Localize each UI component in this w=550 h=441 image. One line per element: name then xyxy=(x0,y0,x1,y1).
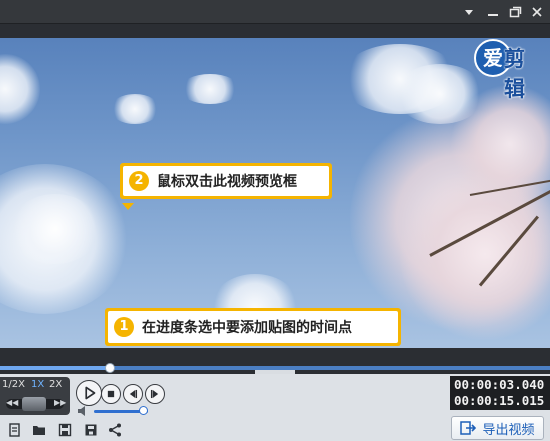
step-number-badge: 1 xyxy=(114,317,134,337)
play-button[interactable] xyxy=(76,380,102,406)
stop-icon xyxy=(107,390,115,398)
sky-cloud xyxy=(10,194,100,264)
callout-text: 在进度条选中要添加贴图的时间点 xyxy=(142,320,352,336)
progress-fill xyxy=(0,366,110,370)
speed-option-1x[interactable]: 1X xyxy=(31,379,44,390)
control-panel: 1/2X 1X 2X ◀◀ ▶▶ 00:00:03.040 00:00:15.0… xyxy=(0,374,550,441)
current-time: 00:00:03.040 xyxy=(454,377,545,392)
previous-frame-icon xyxy=(129,389,138,399)
callout-double-click-preview: 2 鼠标双击此视频预览框 xyxy=(120,163,332,199)
restore-icon[interactable] xyxy=(506,3,524,21)
new-project-icon[interactable] xyxy=(8,423,22,437)
logo-text: 剪辑 xyxy=(504,47,525,101)
sky-cloud xyxy=(180,74,240,104)
share-icon[interactable] xyxy=(108,423,122,437)
open-folder-icon[interactable] xyxy=(32,423,46,437)
progress-thumb[interactable] xyxy=(105,363,115,373)
dropdown-triangle-icon[interactable] xyxy=(460,3,478,21)
stop-button[interactable] xyxy=(101,384,121,404)
preview-top-strip xyxy=(0,24,550,38)
callout-select-timepoint: 1 在进度条选中要添加贴图的时间点 xyxy=(105,308,401,346)
speaker-icon[interactable] xyxy=(78,406,90,416)
previous-frame-button[interactable] xyxy=(123,384,143,404)
next-frame-icon xyxy=(150,389,159,399)
sky-cloud xyxy=(110,94,160,124)
video-editor-window: 爱 剪辑 2 鼠标双击此视频预览框 1 在进度条选中要添加贴图的时间点 ⌄ 1/… xyxy=(0,0,550,441)
total-time: 00:00:15.015 xyxy=(454,393,545,408)
save-as-icon[interactable] xyxy=(84,423,98,437)
timecode-display: 00:00:03.040 00:00:15.015 xyxy=(450,376,550,410)
step-number-badge: 2 xyxy=(129,171,149,191)
sky-cloud xyxy=(0,54,40,124)
app-logo: 爱 剪辑 xyxy=(474,39,542,101)
minimize-icon[interactable] xyxy=(484,3,502,21)
play-icon xyxy=(85,386,96,400)
save-icon[interactable] xyxy=(58,423,72,437)
export-icon xyxy=(460,421,477,435)
next-frame-button[interactable] xyxy=(145,384,165,404)
speed-option-half[interactable]: 1/2X xyxy=(2,379,25,390)
export-button-label: 导出视频 xyxy=(482,422,535,438)
close-icon[interactable] xyxy=(528,3,546,21)
progress-area: ⌄ xyxy=(0,348,550,380)
speed-slider-knob[interactable] xyxy=(22,397,46,411)
export-video-button[interactable]: 导出视频 xyxy=(451,416,544,440)
callout-text: 鼠标双击此视频预览框 xyxy=(157,174,297,190)
volume-knob[interactable] xyxy=(138,406,148,415)
speed-option-2x[interactable]: 2X xyxy=(49,379,62,390)
rewind-icon[interactable]: ◀◀ xyxy=(6,398,18,407)
title-bar xyxy=(0,0,550,24)
callout-arrow xyxy=(122,203,134,210)
speed-control: 1/2X 1X 2X ◀◀ ▶▶ xyxy=(0,377,70,415)
fast-forward-icon[interactable]: ▶▶ xyxy=(54,398,66,407)
